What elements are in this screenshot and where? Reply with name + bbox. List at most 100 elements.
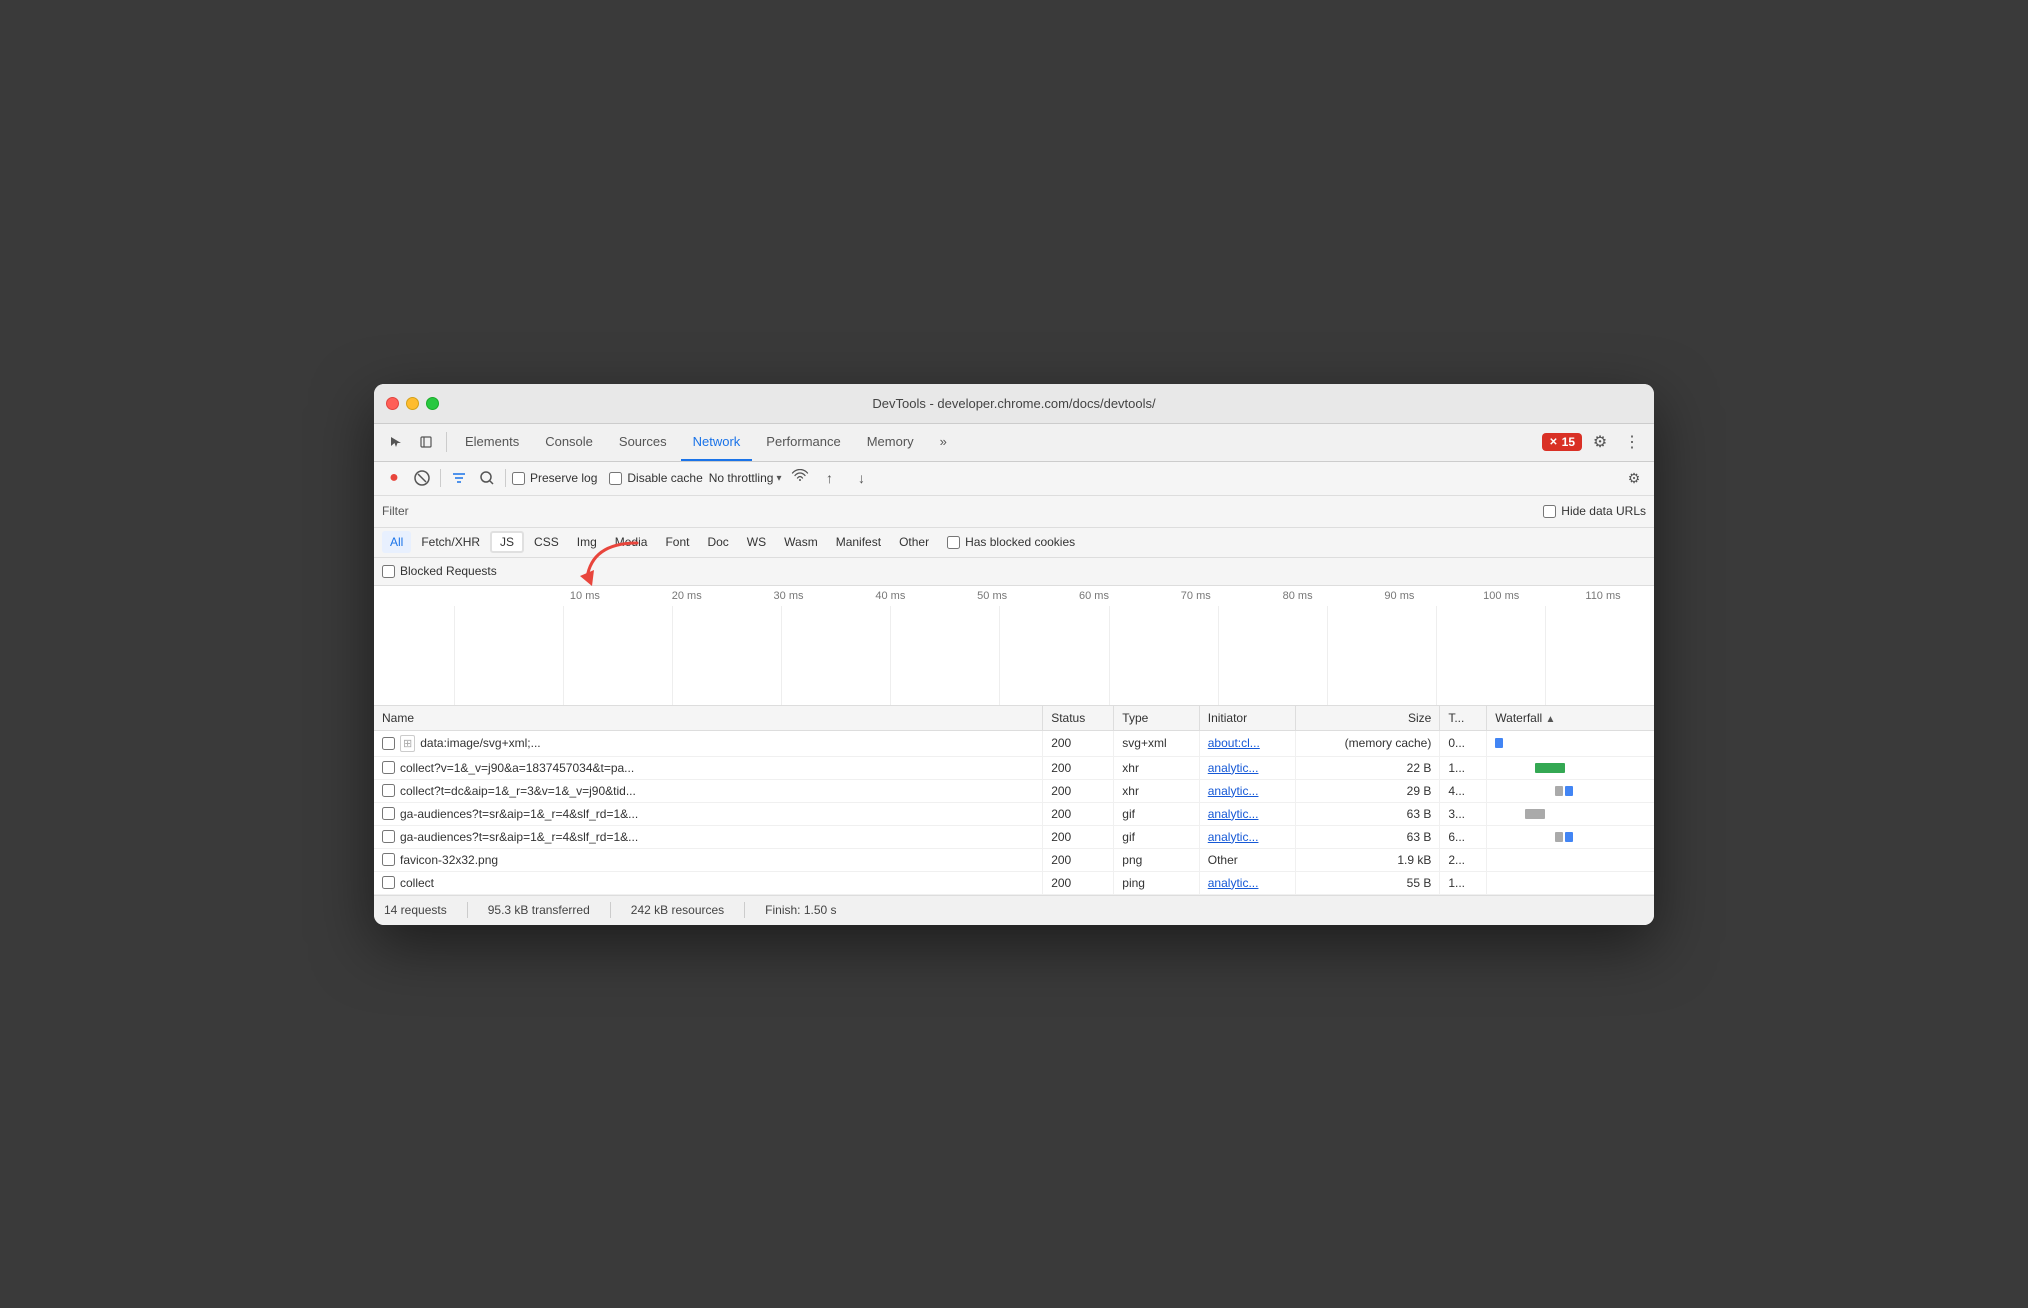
cell-waterfall-1 — [1487, 756, 1654, 779]
type-btn-font[interactable]: Font — [657, 531, 697, 553]
tab-memory[interactable]: Memory — [855, 423, 926, 461]
table-row[interactable]: ga-audiences?t=sr&aip=1&_r=4&slf_rd=1&..… — [374, 802, 1654, 825]
blocked-requests-checkbox[interactable] — [382, 565, 395, 578]
filter-toggle-btn[interactable] — [447, 466, 471, 490]
type-btn-css[interactable]: CSS — [526, 531, 567, 553]
row-icon-0: ⊞ — [400, 735, 415, 752]
row-checkbox-0[interactable] — [382, 737, 395, 750]
type-btn-ws[interactable]: WS — [739, 531, 774, 553]
minimize-button[interactable] — [406, 397, 419, 410]
table-row[interactable]: ⊞data:image/svg+xml;...200svg+xmlabout:c… — [374, 730, 1654, 756]
row-checkbox-3[interactable] — [382, 807, 395, 820]
cell-name-1[interactable]: collect?v=1&_v=j90&a=1837457034&t=pa... — [374, 756, 1043, 779]
cell-name-0[interactable]: ⊞data:image/svg+xml;... — [374, 730, 1043, 756]
cell-time-2: 4... — [1440, 779, 1487, 802]
timeline-label-7: 80 ms — [1247, 590, 1349, 602]
hide-urls-checkbox[interactable] — [1543, 505, 1556, 518]
cell-initiator-1[interactable]: analytic... — [1199, 756, 1295, 779]
error-badge[interactable]: ✕ 15 — [1542, 433, 1582, 451]
row-checkbox-6[interactable] — [382, 876, 395, 889]
cell-type-0: svg+xml — [1114, 730, 1199, 756]
type-btn-manifest[interactable]: Manifest — [828, 531, 889, 553]
settings-btn[interactable]: ⚙ — [1586, 428, 1614, 456]
cell-waterfall-6 — [1487, 871, 1654, 894]
table-row[interactable]: collect200pinganalytic...55 B1... — [374, 871, 1654, 894]
initiator-link-2[interactable]: analytic... — [1208, 784, 1259, 798]
row-name-text-2: collect?t=dc&aip=1&_r=3&v=1&_v=j90&tid..… — [400, 784, 636, 798]
type-btn-wasm[interactable]: Wasm — [776, 531, 826, 553]
more-btn[interactable]: ⋮ — [1618, 428, 1646, 456]
hide-urls-label[interactable]: Hide data URLs — [1543, 504, 1646, 518]
tab-performance[interactable]: Performance — [754, 423, 852, 461]
close-button[interactable] — [386, 397, 399, 410]
table-row[interactable]: favicon-32x32.png200pngOther1.9 kB2... — [374, 848, 1654, 871]
timeline-col-10 — [1545, 606, 1654, 705]
preserve-log-checkbox[interactable] — [512, 472, 525, 485]
disable-cache-label[interactable]: Disable cache — [609, 471, 702, 485]
cell-status-2: 200 — [1043, 779, 1114, 802]
blocked-requests-bar: Blocked Requests — [374, 558, 1654, 586]
cell-name-5[interactable]: favicon-32x32.png — [374, 848, 1043, 871]
cursor-icon-btn[interactable] — [382, 428, 410, 456]
initiator-link-4[interactable]: analytic... — [1208, 830, 1259, 844]
type-btn-js[interactable]: JS — [490, 531, 524, 553]
type-btn-media[interactable]: Media — [607, 531, 656, 553]
download-btn[interactable]: ↓ — [849, 466, 873, 490]
blocked-cookies-label[interactable]: Has blocked cookies — [947, 535, 1075, 549]
tab-more[interactable]: » — [928, 423, 959, 461]
initiator-link-3[interactable]: analytic... — [1208, 807, 1259, 821]
cell-status-3: 200 — [1043, 802, 1114, 825]
table-row[interactable]: collect?v=1&_v=j90&a=1837457034&t=pa...2… — [374, 756, 1654, 779]
nav-sep-1 — [446, 432, 447, 452]
tab-sources[interactable]: Sources — [607, 423, 679, 461]
network-settings-btn[interactable]: ⚙ — [1622, 466, 1646, 490]
preserve-log-label[interactable]: Preserve log — [512, 471, 597, 485]
search-btn[interactable] — [475, 466, 499, 490]
type-btn-img[interactable]: Img — [569, 531, 605, 553]
waterfall-bar-3 — [1525, 809, 1545, 819]
tab-console[interactable]: Console — [533, 423, 605, 461]
blocked-requests-label: Blocked Requests — [400, 564, 497, 578]
type-btn-fetchxhr[interactable]: Fetch/XHR — [413, 531, 488, 553]
blocked-cookies-checkbox[interactable] — [947, 536, 960, 549]
tab-elements[interactable]: Elements — [453, 423, 531, 461]
cell-initiator-2[interactable]: analytic... — [1199, 779, 1295, 802]
cell-name-2[interactable]: collect?t=dc&aip=1&_r=3&v=1&_v=j90&tid..… — [374, 779, 1043, 802]
timeline-label-6: 70 ms — [1145, 590, 1247, 602]
cell-initiator-3[interactable]: analytic... — [1199, 802, 1295, 825]
throttle-select[interactable]: No throttling ▾ — [709, 471, 782, 485]
initiator-link-6[interactable]: analytic... — [1208, 876, 1259, 890]
maximize-button[interactable] — [426, 397, 439, 410]
upload-btn[interactable]: ↑ — [817, 466, 841, 490]
cell-name-3[interactable]: ga-audiences?t=sr&aip=1&_r=4&slf_rd=1&..… — [374, 802, 1043, 825]
col-time[interactable]: T... — [1440, 706, 1487, 731]
col-type[interactable]: Type — [1114, 706, 1199, 731]
throttle-arrow-icon: ▾ — [776, 473, 781, 484]
col-initiator[interactable]: Initiator — [1199, 706, 1295, 731]
cell-initiator-0[interactable]: about:cl... — [1199, 730, 1295, 756]
cell-initiator-4[interactable]: analytic... — [1199, 825, 1295, 848]
type-btn-other[interactable]: Other — [891, 531, 937, 553]
initiator-link-0[interactable]: about:cl... — [1208, 736, 1260, 750]
table-row[interactable]: collect?t=dc&aip=1&_r=3&v=1&_v=j90&tid..… — [374, 779, 1654, 802]
col-waterfall[interactable]: Waterfall ▲ — [1487, 706, 1654, 731]
row-checkbox-1[interactable] — [382, 761, 395, 774]
cell-name-6[interactable]: collect — [374, 871, 1043, 894]
row-checkbox-5[interactable] — [382, 853, 395, 866]
cell-initiator-6[interactable]: analytic... — [1199, 871, 1295, 894]
type-btn-all[interactable]: All — [382, 531, 411, 553]
disable-cache-checkbox[interactable] — [609, 472, 622, 485]
row-checkbox-2[interactable] — [382, 784, 395, 797]
type-btn-doc[interactable]: Doc — [699, 531, 736, 553]
clear-btn[interactable] — [410, 466, 434, 490]
col-name[interactable]: Name — [374, 706, 1043, 731]
cell-name-4[interactable]: ga-audiences?t=sr&aip=1&_r=4&slf_rd=1&..… — [374, 825, 1043, 848]
col-size[interactable]: Size — [1295, 706, 1439, 731]
initiator-link-1[interactable]: analytic... — [1208, 761, 1259, 775]
table-row[interactable]: ga-audiences?t=sr&aip=1&_r=4&slf_rd=1&..… — [374, 825, 1654, 848]
row-checkbox-4[interactable] — [382, 830, 395, 843]
tab-network[interactable]: Network — [681, 423, 753, 461]
inspect-icon-btn[interactable] — [412, 428, 440, 456]
record-btn[interactable]: ● — [382, 466, 406, 490]
col-status[interactable]: Status — [1043, 706, 1114, 731]
